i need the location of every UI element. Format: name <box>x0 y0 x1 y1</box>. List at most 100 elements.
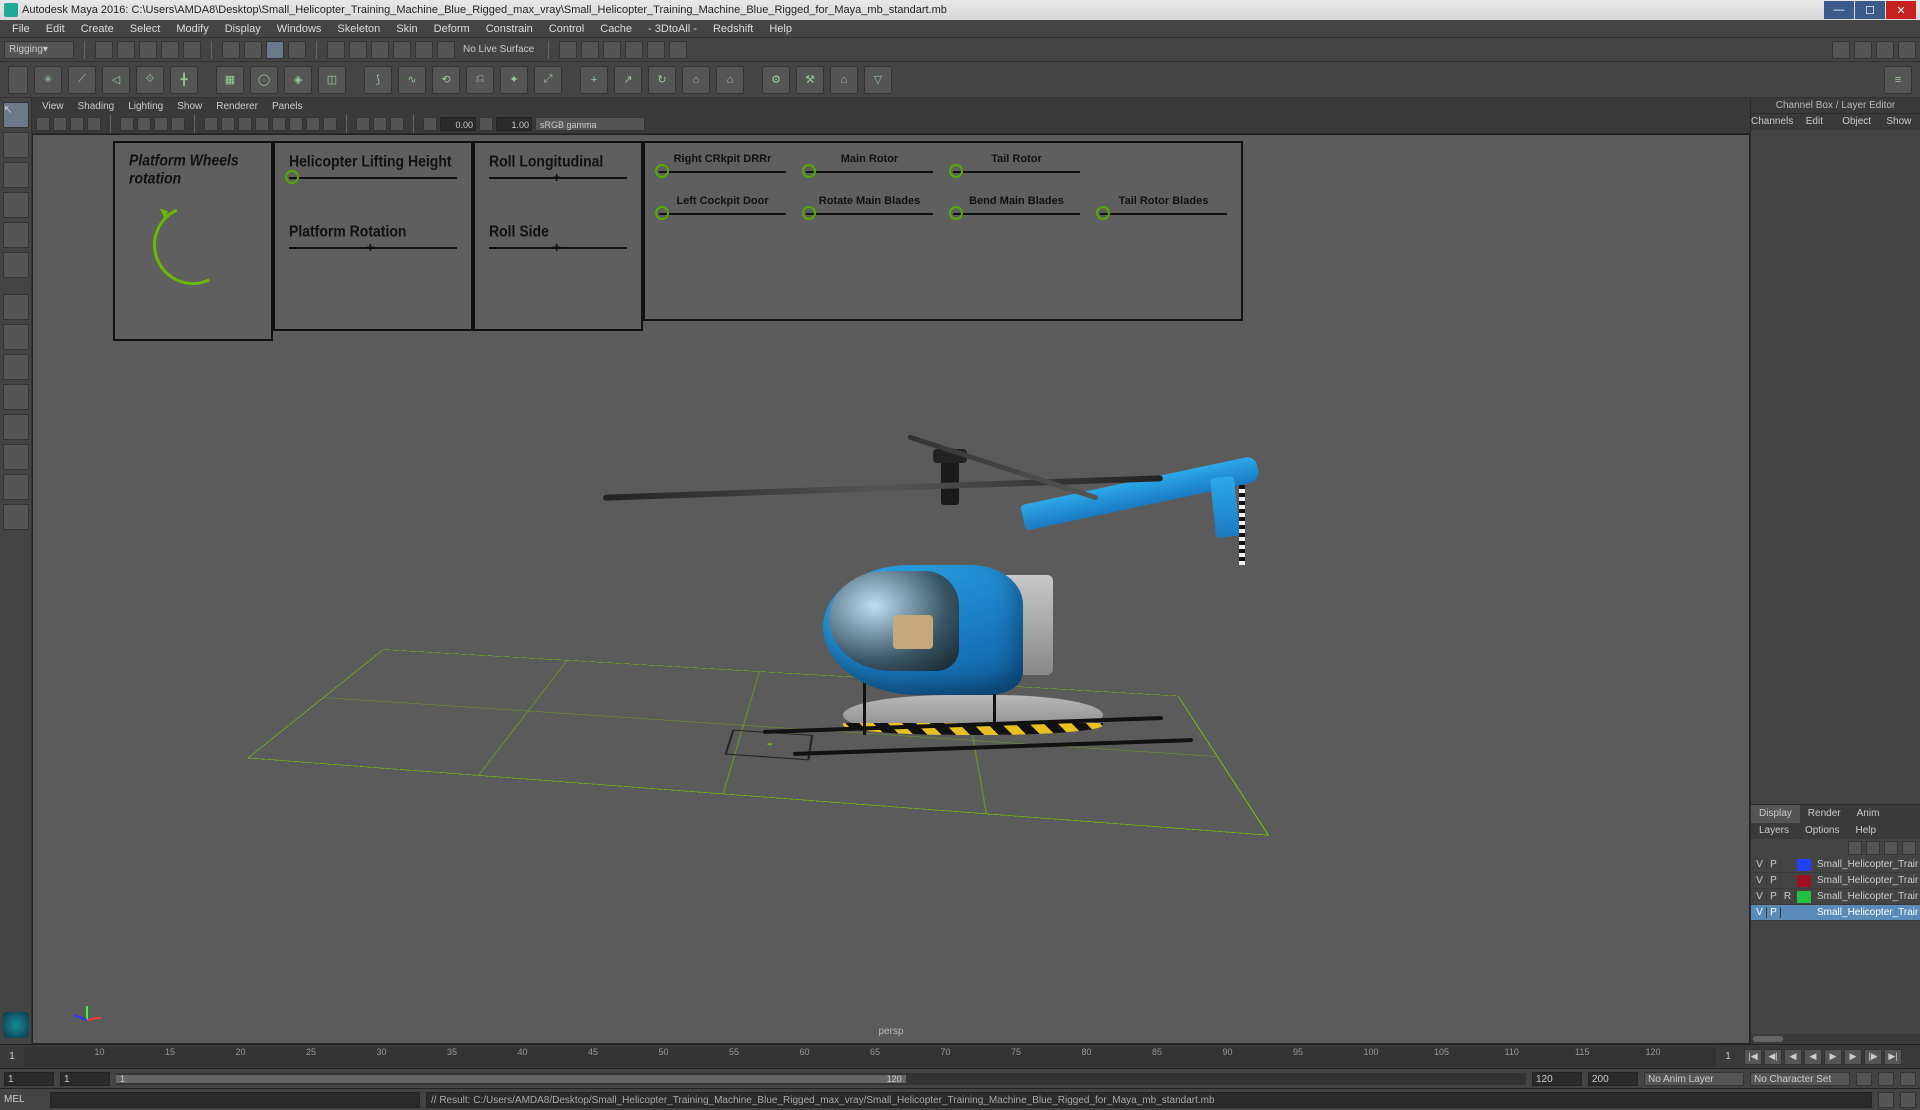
vp-gamma-value[interactable]: 1.00 <box>496 117 532 131</box>
menu-deform[interactable]: Deform <box>426 23 478 35</box>
playblast-icon[interactable] <box>669 41 687 59</box>
shelf-human-icon[interactable]: ▽ <box>864 66 892 94</box>
slider-rotate-main-blades[interactable] <box>806 213 933 215</box>
shelf-paint-icon[interactable]: ∿ <box>398 66 426 94</box>
vp-exposure-icon[interactable] <box>423 117 437 131</box>
vp-menu-shading[interactable]: Shading <box>72 101 121 112</box>
vp-film-icon[interactable] <box>171 117 185 131</box>
slider-roll-side[interactable]: + <box>489 247 627 249</box>
minimize-button[interactable]: — <box>1824 1 1854 19</box>
layer-menu-layers[interactable]: Layers <box>1751 823 1797 839</box>
vp-menu-show[interactable]: Show <box>171 101 208 112</box>
attribute-editor-icon[interactable] <box>1854 41 1872 59</box>
shelf-options-icon[interactable]: ≡ <box>1884 66 1912 94</box>
character-set-dropdown[interactable]: No Character Set <box>1750 1072 1850 1086</box>
step-back-key-button[interactable]: ◀| <box>1764 1049 1782 1065</box>
render-frame-icon[interactable] <box>559 41 577 59</box>
layout-two-h-icon[interactable] <box>3 354 29 380</box>
slider-platform-rotation[interactable]: + <box>289 247 457 249</box>
menu-file[interactable]: File <box>4 23 38 35</box>
layout-two-v-icon[interactable] <box>3 384 29 410</box>
vp-image-icon[interactable] <box>70 117 84 131</box>
shelf-control-icon[interactable]: ╋ <box>170 66 198 94</box>
paint-select-icon[interactable] <box>266 41 284 59</box>
vp-colorspace-dropdown[interactable]: sRGB gamma <box>535 117 645 131</box>
shelf-ik-icon[interactable]: ⟋ <box>68 66 96 94</box>
vp-safe-icon[interactable] <box>154 117 168 131</box>
shelf-bind-icon[interactable]: ⟐ <box>136 66 164 94</box>
workspace-dropdown[interactable]: Rigging ▾ <box>4 41 74 59</box>
slider-right-crkpit-drrr[interactable] <box>659 171 786 173</box>
shelf-aim-constraint-icon[interactable]: ↗ <box>614 66 642 94</box>
shelf-ikspline-icon[interactable]: ◁ <box>102 66 130 94</box>
make-live-icon[interactable] <box>437 41 455 59</box>
shelf-cluster-icon[interactable]: ◈ <box>284 66 312 94</box>
layer-row[interactable]: VPRSmall_Helicopter_Training_M <box>1751 889 1920 905</box>
slider-main-rotor[interactable] <box>806 171 933 173</box>
slider-bend-main-blades[interactable] <box>953 213 1080 215</box>
play-fwd-button[interactable]: ▶ <box>1824 1049 1842 1065</box>
new-scene-icon[interactable] <box>95 41 113 59</box>
menu-skeleton[interactable]: Skeleton <box>329 23 388 35</box>
shelf-parent-constraint-icon[interactable]: ⌂ <box>682 66 710 94</box>
vp-menu-lighting[interactable]: Lighting <box>122 101 169 112</box>
layer-new-empty-icon[interactable] <box>1884 841 1898 855</box>
shelf-wrap-icon[interactable]: ◯ <box>250 66 278 94</box>
render-view-icon[interactable] <box>625 41 643 59</box>
vp-exposure-value[interactable]: 0.00 <box>440 117 476 131</box>
menu-cache[interactable]: Cache <box>592 23 640 35</box>
shelf-set-driven-icon[interactable]: ⚙ <box>762 66 790 94</box>
save-scene-icon[interactable] <box>139 41 157 59</box>
select-tool-icon[interactable] <box>288 41 306 59</box>
help-line-icon[interactable] <box>1900 1092 1916 1108</box>
set-key-icon[interactable] <box>1878 1072 1894 1086</box>
tool-settings-icon[interactable] <box>1876 41 1894 59</box>
shelf-tab-selector[interactable] <box>8 66 28 94</box>
layer-new-selected-icon[interactable] <box>1902 841 1916 855</box>
shelf-lattice-icon[interactable]: ▦ <box>216 66 244 94</box>
lasso-select-icon[interactable] <box>244 41 262 59</box>
vp-shaded-icon[interactable] <box>221 117 235 131</box>
play-back-button[interactable]: ◀ <box>1804 1049 1822 1065</box>
channel-box-icon[interactable] <box>1898 41 1916 59</box>
slider-tail-rotor-blades[interactable] <box>1100 213 1227 215</box>
shelf-expression-icon[interactable]: ⌂ <box>830 66 858 94</box>
cmd-language-label[interactable]: MEL <box>4 1094 44 1105</box>
layer-tab-display[interactable]: Display <box>1751 805 1800 823</box>
shelf-scale-constraint-icon[interactable]: ⌂ <box>716 66 744 94</box>
layer-row[interactable]: VPSmall_Helicopter_Training_M <box>1751 857 1920 873</box>
select-mode-icon[interactable] <box>222 41 240 59</box>
vp-gate-icon[interactable] <box>120 117 134 131</box>
lasso-tool-icon[interactable] <box>3 132 29 158</box>
step-back-button[interactable]: ◀ <box>1784 1049 1802 1065</box>
shelf-weights-icon[interactable]: ⎌ <box>466 66 494 94</box>
step-fwd-key-button[interactable]: |▶ <box>1864 1049 1882 1065</box>
snap-live-icon[interactable] <box>415 41 433 59</box>
menu-dtoall[interactable]: - 3DtoAll - <box>640 23 705 35</box>
menu-modify[interactable]: Modify <box>168 23 216 35</box>
panel-layout-icon[interactable] <box>1832 41 1850 59</box>
range-start-field[interactable]: 1 <box>4 1072 54 1086</box>
vp-wire-icon[interactable] <box>204 117 218 131</box>
channel-tab-edit[interactable]: Edit <box>1793 114 1835 130</box>
go-start-button[interactable]: |◀ <box>1744 1049 1762 1065</box>
close-button[interactable]: ✕ <box>1886 1 1916 19</box>
layer-tab-render[interactable]: Render <box>1800 805 1849 823</box>
shelf-skin-icon[interactable]: ⟆ <box>364 66 392 94</box>
viewport-3d[interactable]: Platform Wheels rotation Helicopter Lift… <box>32 134 1750 1044</box>
render-settings-icon[interactable] <box>603 41 621 59</box>
vp-bookmark-icon[interactable] <box>53 117 67 131</box>
layout-graph-icon[interactable] <box>3 474 29 500</box>
vp-camera-icon[interactable] <box>36 117 50 131</box>
menu-redshift[interactable]: Redshift <box>705 23 761 35</box>
vp-menu-renderer[interactable]: Renderer <box>210 101 264 112</box>
vp-shadows-icon[interactable] <box>272 117 286 131</box>
menu-display[interactable]: Display <box>217 23 269 35</box>
shelf-blend-icon[interactable]: ◫ <box>318 66 346 94</box>
redo-icon[interactable] <box>183 41 201 59</box>
shelf-orient-constraint-icon[interactable]: ↻ <box>648 66 676 94</box>
menu-select[interactable]: Select <box>122 23 169 35</box>
vp-ao-icon[interactable] <box>289 117 303 131</box>
menu-create[interactable]: Create <box>73 23 122 35</box>
hypershade-icon[interactable] <box>647 41 665 59</box>
